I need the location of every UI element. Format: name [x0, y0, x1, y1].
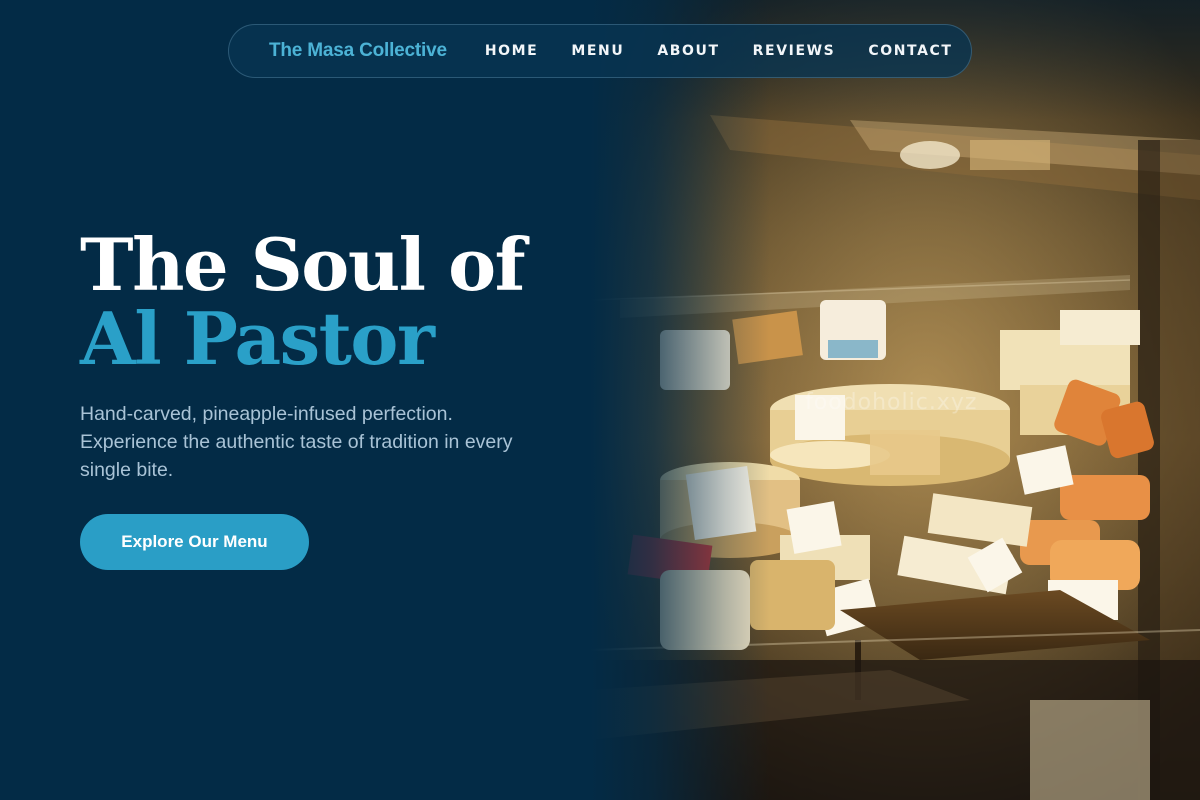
nav-link-menu[interactable]: MENU [571, 43, 624, 59]
image-edge-fade [590, 0, 770, 800]
brand-logo-text[interactable]: The Masa Collective [269, 40, 447, 62]
hero-headline-line1: The Soul of [80, 222, 526, 307]
nav-link-reviews[interactable]: REVIEWS [753, 43, 836, 59]
nav-links: HOME MENU ABOUT REVIEWS CONTACT [485, 43, 953, 59]
explore-menu-button[interactable]: Explore Our Menu [80, 514, 309, 570]
nav-link-about[interactable]: ABOUT [657, 43, 719, 59]
hero-headline: The Soul of Al Pastor [80, 228, 600, 376]
hero-headline-line2: Al Pastor [80, 296, 435, 381]
hero-subtitle: Hand-carved, pineapple-infused perfectio… [80, 403, 513, 481]
image-watermark: foodoholic.xyz [805, 390, 978, 415]
hero-section: The Soul of Al Pastor Hand-carved, pinea… [80, 228, 600, 484]
nav-link-contact[interactable]: CONTACT [868, 43, 952, 59]
nav-link-home[interactable]: HOME [485, 43, 539, 59]
top-navigation: The Masa Collective HOME MENU ABOUT REVI… [228, 24, 972, 78]
